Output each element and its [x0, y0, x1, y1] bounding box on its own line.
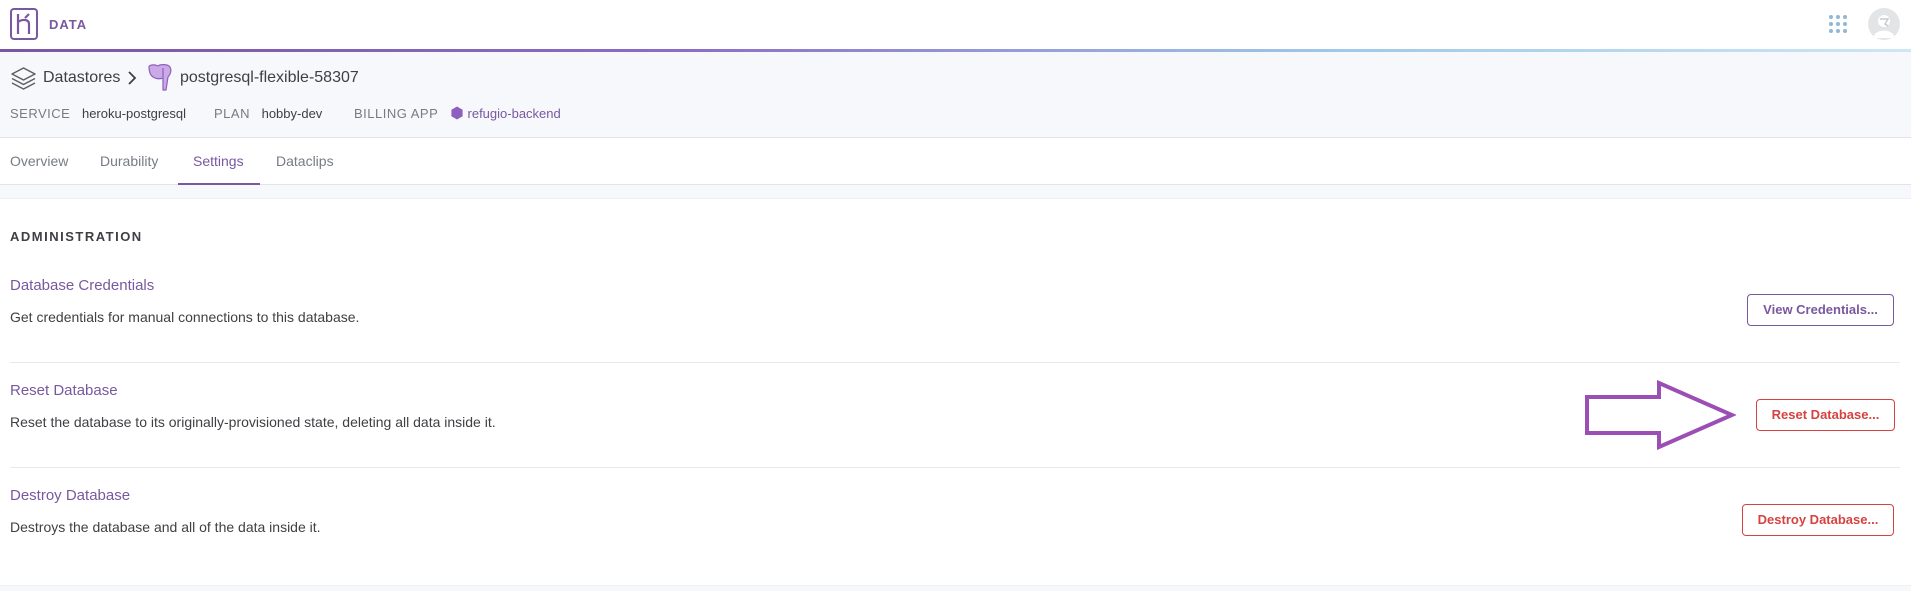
app-name: DATA — [49, 17, 88, 32]
service-label: SERVICE — [10, 106, 71, 121]
plan-label: PLAN — [214, 106, 250, 121]
tab-settings[interactable]: Settings — [193, 153, 244, 169]
tab-durability[interactable]: Durability — [100, 153, 158, 169]
destroy-database-button[interactable]: Destroy Database... — [1742, 504, 1894, 536]
service-meta: SERVICE heroku-postgresql — [10, 106, 186, 121]
reset-database-button[interactable]: Reset Database... — [1756, 399, 1895, 431]
section-separator — [0, 185, 1911, 199]
page-footer-band — [0, 585, 1911, 591]
database-credentials-title[interactable]: Database Credentials — [10, 277, 154, 294]
billing-label: BILLING APP — [354, 106, 439, 121]
annotation-arrow-icon — [1585, 380, 1736, 450]
stacked-layers-icon — [11, 67, 36, 90]
destroy-database-description: Destroys the database and all of the dat… — [10, 519, 321, 535]
row-divider — [10, 467, 1900, 468]
plan-value: hobby-dev — [261, 106, 323, 121]
user-avatar-icon[interactable] — [1868, 8, 1900, 40]
reset-database-description: Reset the database to its originally-pro… — [10, 414, 496, 430]
resource-name: postgresql-flexible-58307 — [180, 69, 359, 86]
row-divider — [10, 362, 1900, 363]
plan-meta: PLAN hobby-dev — [214, 106, 322, 121]
billing-app-link[interactable]: refugio-backend — [468, 106, 561, 121]
heroku-logo-icon[interactable] — [10, 8, 38, 40]
app-hexagon-icon — [451, 106, 463, 120]
postgres-elephant-icon — [148, 64, 172, 91]
database-credentials-description: Get credentials for manual connections t… — [10, 309, 360, 325]
view-credentials-button[interactable]: View Credentials... — [1747, 294, 1894, 326]
grid-apps-icon[interactable] — [1828, 14, 1848, 34]
chevron-right-icon — [128, 71, 137, 85]
destroy-database-title[interactable]: Destroy Database — [10, 487, 130, 504]
administration-heading: ADMINISTRATION — [10, 229, 143, 244]
tab-overview[interactable]: Overview — [10, 153, 68, 169]
reset-database-title[interactable]: Reset Database — [10, 382, 118, 399]
billing-meta: BILLING APP refugio-backend — [354, 106, 561, 121]
breadcrumb-datastores[interactable]: Datastores — [43, 69, 120, 87]
service-value: heroku-postgresql — [81, 106, 187, 121]
resource-header: Datastores postgresql-flexible-58307 SER… — [0, 52, 1911, 138]
tab-bar: Overview Durability Settings Dataclips — [0, 138, 1911, 185]
top-nav-bar: DATA — [0, 0, 1911, 49]
tab-dataclips[interactable]: Dataclips — [276, 153, 334, 169]
